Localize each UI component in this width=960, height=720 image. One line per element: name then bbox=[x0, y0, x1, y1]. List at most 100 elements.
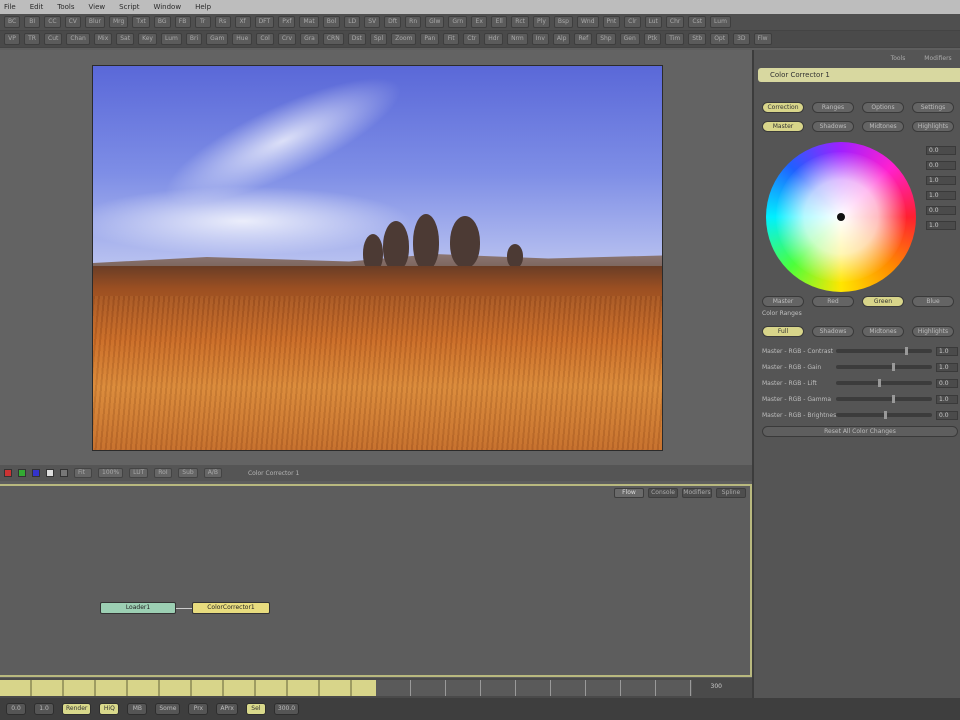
tab-shadows[interactable]: Shadows bbox=[812, 121, 854, 132]
range-midtones[interactable]: Midtones bbox=[862, 326, 904, 337]
tool-button[interactable]: CRN bbox=[322, 33, 344, 45]
range-full[interactable]: Full bbox=[762, 326, 804, 337]
tool-button[interactable]: Inv bbox=[531, 33, 549, 45]
transport-button[interactable]: 0.0 bbox=[6, 703, 26, 715]
tool-button[interactable]: Pan bbox=[420, 33, 440, 45]
tool-button[interactable]: Ex bbox=[471, 16, 488, 28]
tool-button[interactable]: Grn bbox=[448, 16, 468, 28]
tool-button[interactable]: Ply bbox=[533, 16, 550, 28]
viewer-panel[interactable] bbox=[0, 50, 752, 465]
timeline-ruler[interactable] bbox=[376, 680, 692, 696]
tool-button[interactable]: Blur bbox=[84, 16, 105, 28]
tool-button[interactable]: Pxf bbox=[278, 16, 296, 28]
slider-value[interactable]: 0.0 bbox=[936, 410, 958, 420]
tab-midtones[interactable]: Midtones bbox=[862, 121, 904, 132]
transport-button[interactable]: HiQ bbox=[99, 703, 120, 715]
tool-button[interactable]: Chr bbox=[665, 16, 685, 28]
transport-button[interactable]: 1.0 bbox=[34, 703, 54, 715]
channel-blue[interactable]: Blue bbox=[912, 296, 954, 307]
tool-button[interactable]: Gen bbox=[619, 33, 640, 45]
slider-knob[interactable] bbox=[891, 363, 895, 371]
slider-value[interactable]: 1.0 bbox=[936, 362, 958, 372]
tool-button[interactable]: Ptk bbox=[643, 33, 662, 45]
tab-master[interactable]: Master bbox=[762, 121, 804, 132]
tool-button[interactable]: Hue bbox=[232, 33, 253, 45]
tool-button[interactable]: Ref bbox=[574, 33, 593, 45]
tab-modifiers[interactable]: Modifiers bbox=[682, 488, 712, 498]
tool-button[interactable]: Mrg bbox=[108, 16, 129, 28]
transport-button[interactable]: Prx bbox=[188, 703, 209, 715]
panel-tab-tools[interactable]: Tools bbox=[880, 54, 916, 64]
tool-button[interactable]: Mix bbox=[93, 33, 113, 45]
tab-flow[interactable]: Flow bbox=[614, 488, 644, 498]
tool-button[interactable]: Crv bbox=[277, 33, 297, 45]
viewer-button[interactable]: RoI bbox=[154, 468, 173, 478]
viewer-image[interactable] bbox=[92, 65, 663, 451]
tab-spline[interactable]: Spline bbox=[716, 488, 746, 498]
tool-button[interactable]: Bri bbox=[185, 33, 203, 45]
tool-button[interactable]: Lum bbox=[160, 33, 182, 45]
tool-button[interactable]: Tr bbox=[194, 16, 211, 28]
tool-button[interactable]: Txt bbox=[132, 16, 150, 28]
slider-knob[interactable] bbox=[878, 379, 882, 387]
channel-swatch[interactable] bbox=[46, 469, 54, 477]
tab-ranges[interactable]: Ranges bbox=[812, 102, 854, 113]
tool-button[interactable]: Wnd bbox=[576, 16, 599, 28]
channel-swatch[interactable] bbox=[32, 469, 40, 477]
tool-button[interactable]: FB bbox=[174, 16, 191, 28]
menu-item-tools[interactable]: Tools bbox=[57, 3, 74, 11]
channel-master[interactable]: Master bbox=[762, 296, 804, 307]
channel-swatch[interactable] bbox=[18, 469, 26, 477]
range-highlights[interactable]: Highlights bbox=[912, 326, 954, 337]
tool-button[interactable]: BG bbox=[153, 16, 171, 28]
wheel-value-field[interactable]: 0.0 bbox=[926, 206, 956, 215]
tool-button[interactable]: Glw bbox=[425, 16, 445, 28]
timeline[interactable]: 300 bbox=[0, 678, 752, 698]
tab-options[interactable]: Options bbox=[862, 102, 904, 113]
slider-knob[interactable] bbox=[905, 347, 909, 355]
tool-button[interactable]: Xf bbox=[234, 16, 251, 28]
transport-button[interactable]: Some bbox=[155, 703, 181, 715]
tool-button[interactable]: BI bbox=[24, 16, 41, 28]
tool-button[interactable]: Lum bbox=[710, 16, 731, 28]
reset-button[interactable]: Reset All Color Changes bbox=[762, 426, 958, 437]
menu-item-script[interactable]: Script bbox=[119, 3, 139, 11]
slider-knob[interactable] bbox=[884, 411, 887, 419]
wheel-value-field[interactable]: 1.0 bbox=[926, 176, 956, 185]
tool-button[interactable]: Clr bbox=[624, 16, 641, 28]
channel-red[interactable]: Red bbox=[812, 296, 854, 307]
loader-node[interactable]: Loader1 bbox=[100, 602, 176, 614]
timeline-range[interactable] bbox=[0, 680, 376, 696]
tool-button[interactable]: Bsp bbox=[553, 16, 573, 28]
tool-button[interactable]: DFT bbox=[254, 16, 275, 28]
slider-track[interactable] bbox=[836, 363, 932, 371]
slider-track[interactable] bbox=[836, 347, 932, 355]
tool-button[interactable]: Spl bbox=[369, 33, 388, 45]
tab-settings[interactable]: Settings bbox=[912, 102, 954, 113]
transport-button[interactable]: APrx bbox=[216, 703, 238, 715]
tool-button[interactable]: Gam bbox=[206, 33, 229, 45]
tool-button[interactable]: Rn bbox=[405, 16, 422, 28]
tool-button[interactable]: Fit bbox=[443, 33, 460, 45]
tool-button[interactable]: Zoom bbox=[391, 33, 417, 45]
tool-button[interactable]: BC bbox=[4, 16, 21, 28]
transport-button[interactable]: MB bbox=[127, 703, 148, 715]
transport-button[interactable]: 300.0 bbox=[273, 703, 300, 715]
wheel-value-field[interactable]: 1.0 bbox=[926, 221, 956, 230]
channel-green[interactable]: Green bbox=[862, 296, 904, 307]
tab-correction[interactable]: Correction bbox=[762, 102, 804, 113]
tool-title[interactable]: Color Corrector 1 bbox=[758, 68, 960, 82]
tool-button[interactable]: Rs bbox=[214, 16, 231, 28]
range-shadows[interactable]: Shadows bbox=[812, 326, 854, 337]
viewer-button[interactable]: Fit bbox=[74, 468, 92, 478]
tool-button[interactable]: Flw bbox=[753, 33, 772, 45]
tool-button[interactable]: Chan bbox=[66, 33, 90, 45]
wheel-value-field[interactable]: 0.0 bbox=[926, 146, 956, 155]
tool-button[interactable]: Cst bbox=[688, 16, 707, 28]
color-wheel[interactable] bbox=[766, 142, 916, 292]
tool-button[interactable]: Mat bbox=[299, 16, 319, 28]
tool-button[interactable]: Ell bbox=[491, 16, 508, 28]
color-wheel-handle[interactable] bbox=[837, 213, 845, 221]
slider-value[interactable]: 1.0 bbox=[936, 346, 958, 356]
color-corrector-node[interactable]: ColorCorrector1 bbox=[192, 602, 270, 614]
